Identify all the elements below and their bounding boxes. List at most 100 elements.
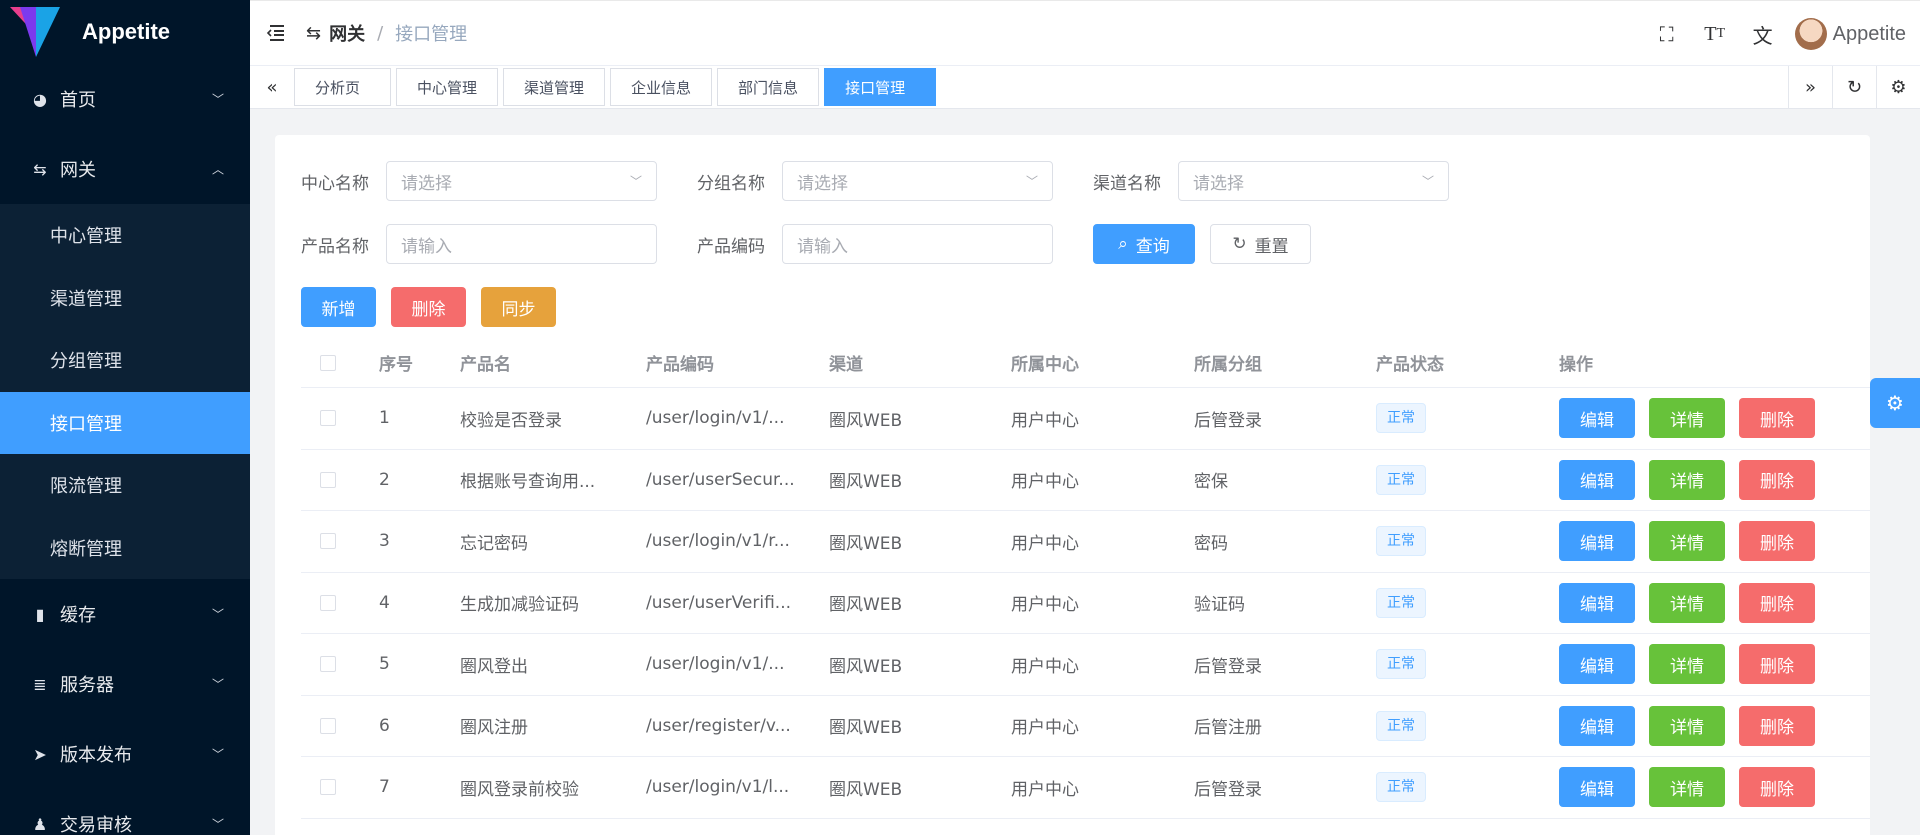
tabs-scroll-left-icon[interactable]: « [250, 66, 294, 109]
group-select[interactable]: 请选择 ﹀ [782, 161, 1053, 201]
cell-center: 用户中心 [1011, 533, 1079, 554]
product-name-filter: 产品名称 请输入 [301, 224, 657, 264]
row-checkbox[interactable] [320, 717, 336, 734]
channel-select[interactable]: 请选择 ﹀ [1178, 161, 1449, 201]
sidebar-subitem-ratelimit[interactable]: 限流管理 [0, 454, 250, 517]
edit-button[interactable]: 编辑 [1559, 644, 1635, 685]
edit-button[interactable]: 编辑 [1559, 521, 1635, 562]
delete-button[interactable]: 删除 [1739, 705, 1815, 746]
delete-button[interactable]: 删除 [1739, 582, 1815, 623]
gateway-icon: ⇆ [306, 22, 322, 44]
sidebar-item-home[interactable]: ◕ 首页 ﹀ [0, 64, 250, 134]
header-ops: 操作 [1559, 355, 1593, 375]
search-button-label: 查询 [1135, 236, 1170, 257]
toolbar: 新增 删除 同步 [301, 287, 556, 327]
tabs-bar: « 分析页 中心管理 渠道管理 企业信息 部门信息 接口管理 » ↻ ⚙ [250, 66, 1920, 109]
gear-icon[interactable]: ⚙ [1876, 66, 1920, 109]
sidebar-subitem-center[interactable]: 中心管理 [0, 204, 250, 267]
detail-button[interactable]: 详情 [1649, 767, 1725, 808]
status-badge: 正常 [1376, 772, 1426, 803]
row-checkbox[interactable] [320, 471, 336, 488]
sidebar-item-release[interactable]: ➤ 版本发布 ﹀ [0, 719, 250, 789]
menu-fold-icon[interactable] [264, 22, 286, 44]
table-header: 序号 产品名 产品编码 渠道 所属中心 所属分组 产品状态 操作 [301, 338, 1870, 388]
batch-delete-button[interactable]: 删除 [391, 287, 466, 327]
cell-idx: 2 [379, 469, 390, 490]
row-checkbox-cell [301, 779, 379, 796]
translate-icon[interactable]: 文 [1739, 1, 1787, 67]
sidebar-subitem-interface[interactable]: 接口管理 [0, 391, 250, 454]
detail-button[interactable]: 详情 [1649, 459, 1725, 500]
product-name-input[interactable]: 请输入 [386, 224, 657, 264]
tab-center[interactable]: 中心管理 [396, 68, 499, 106]
row-checkbox[interactable] [320, 533, 336, 550]
refresh-icon: ↻ [1232, 234, 1247, 254]
delete-button[interactable]: 删除 [1739, 767, 1815, 808]
font-size-icon[interactable]: TT [1691, 1, 1739, 67]
tab-enterprise[interactable]: 企业信息 [610, 68, 713, 106]
sidebar-item-label: 版本发布 [60, 745, 132, 766]
breadcrumb-item[interactable]: 网关 [329, 20, 365, 46]
cell-code: /user/login/v1/l... [646, 777, 790, 798]
edit-button[interactable]: 编辑 [1559, 398, 1635, 439]
sidebar-item-cache[interactable]: ▮ 缓存 ﹀ [0, 579, 250, 649]
product-code-input[interactable]: 请输入 [782, 224, 1053, 264]
settings-float-button[interactable]: ⚙ [1870, 378, 1920, 428]
edit-button[interactable]: 编辑 [1559, 459, 1635, 500]
cell-channel: 圈风WEB [829, 533, 903, 554]
cell-center: 用户中心 [1011, 656, 1079, 677]
product-name-placeholder: 请输入 [401, 236, 452, 257]
detail-button[interactable]: 详情 [1649, 582, 1725, 623]
fullscreen-icon[interactable]: ⛶ [1643, 1, 1691, 67]
logo[interactable]: Appetite [0, 0, 250, 64]
row-checkbox[interactable] [320, 779, 336, 796]
cell-channel: 圈风WEB [829, 779, 903, 800]
delete-button[interactable]: 删除 [1739, 644, 1815, 685]
detail-button[interactable]: 详情 [1649, 521, 1725, 562]
add-button[interactable]: 新增 [301, 287, 376, 327]
edit-button[interactable]: 编辑 [1559, 705, 1635, 746]
delete-button[interactable]: 删除 [1739, 398, 1815, 439]
sidebar-subitem-group[interactable]: 分组管理 [0, 329, 250, 392]
tab-interface[interactable]: 接口管理 [824, 68, 937, 106]
cell-ops: 编辑 详情 删除 [1559, 398, 1849, 439]
reset-button[interactable]: ↻ 重置 [1210, 224, 1311, 264]
tab-channel[interactable]: 渠道管理 [503, 68, 606, 106]
sidebar: Appetite ◕ 首页 ﹀ ⇆ 网关 ︿ 中心管理 渠道管理 分组管理 接口… [0, 0, 250, 835]
search-icon: ⌕ [1118, 234, 1128, 254]
sync-button[interactable]: 同步 [481, 287, 556, 327]
detail-button[interactable]: 详情 [1649, 644, 1725, 685]
tabs-scroll-right-icon[interactable]: » [1788, 66, 1832, 109]
edit-button[interactable]: 编辑 [1559, 582, 1635, 623]
row-checkbox[interactable] [320, 594, 336, 611]
sidebar-item-label: 首页 [60, 90, 96, 111]
chevron-down-icon: ﹀ [211, 607, 224, 622]
center-select[interactable]: 请选择 ﹀ [386, 161, 657, 201]
sidebar-item-server[interactable]: ≣ 服务器 ﹀ [0, 649, 250, 719]
row-checkbox[interactable] [320, 656, 336, 673]
cell-group: 后管登录 [1194, 656, 1262, 677]
row-checkbox[interactable] [320, 410, 336, 427]
logo-mark-icon [10, 7, 60, 57]
refresh-icon[interactable]: ↻ [1832, 66, 1876, 109]
chevron-down-icon: ﹀ [629, 174, 642, 189]
sidebar-item-audit[interactable]: ♟ 交易审核 ﹀ [0, 789, 250, 835]
select-all-checkbox[interactable] [320, 354, 336, 371]
avatar[interactable] [1794, 18, 1827, 50]
tab-analysis[interactable]: 分析页 [294, 68, 391, 106]
search-button[interactable]: ⌕ 查询 [1093, 224, 1195, 264]
detail-button[interactable]: 详情 [1649, 398, 1725, 439]
channel-filter: 渠道名称 请选择 ﹀ [1093, 161, 1449, 201]
sidebar-item-gateway[interactable]: ⇆ 网关 ︿ [0, 134, 250, 204]
tab-department[interactable]: 部门信息 [717, 68, 820, 106]
delete-button[interactable]: 删除 [1739, 521, 1815, 562]
edit-button[interactable]: 编辑 [1559, 767, 1635, 808]
sidebar-subitem-channel[interactable]: 渠道管理 [0, 267, 250, 330]
cell-group: 后管登录 [1194, 779, 1262, 800]
username[interactable]: Appetite [1833, 23, 1906, 46]
delete-button[interactable]: 删除 [1739, 459, 1815, 500]
detail-button[interactable]: 详情 [1649, 705, 1725, 746]
header-group: 所属分组 [1194, 355, 1262, 375]
center-filter: 中心名称 请选择 ﹀ [301, 161, 657, 201]
sidebar-subitem-circuit[interactable]: 熔断管理 [0, 517, 250, 580]
